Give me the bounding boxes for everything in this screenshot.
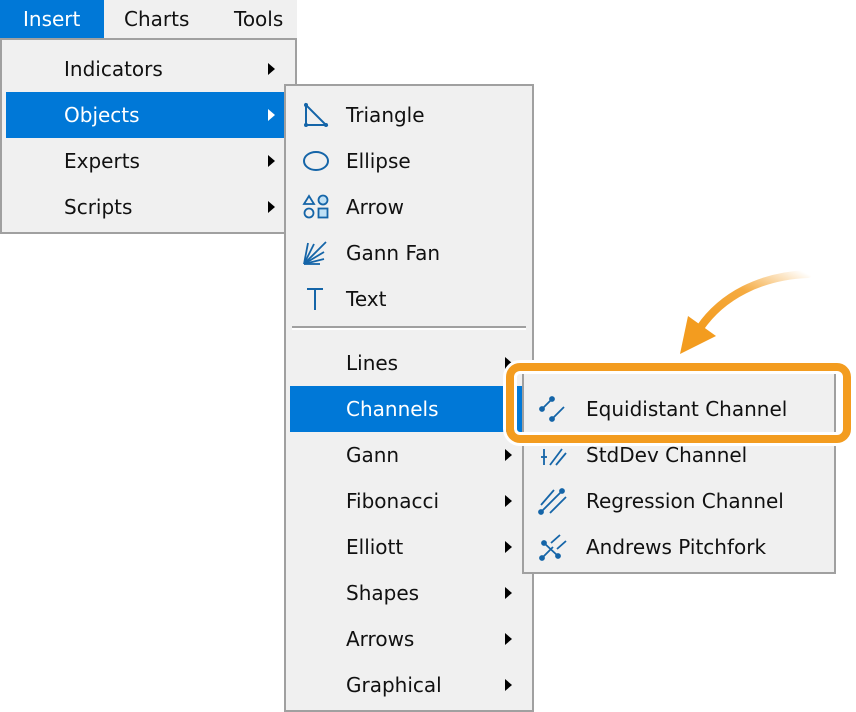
menu-item-andrews-pitchfork[interactable]: Andrews Pitchfork [528,524,830,570]
menu-item-lines[interactable]: Lines [290,340,528,386]
submenu-arrow-icon [268,155,275,167]
insert-menu: Indicators Objects Experts Scripts [0,38,297,234]
submenu-arrow-icon [268,63,275,75]
menu-item-label: Andrews Pitchfork [586,535,767,559]
menu-item-indicators[interactable]: Indicators [6,46,291,92]
submenu-arrow-icon [268,109,275,121]
menu-item-label: Indicators [64,57,163,81]
menu-item-objects[interactable]: Objects [6,92,291,138]
submenu-arrow-icon [505,633,512,645]
menu-separator [292,326,526,330]
menu-tools[interactable]: Tools [208,0,297,38]
submenu-arrow-icon [268,201,275,213]
menu-item-label: Channels [346,397,439,421]
menu-item-arrows[interactable]: Arrows [290,616,528,662]
submenu-arrow-icon [505,679,512,691]
menu-item-label: Experts [64,149,140,173]
menu-charts[interactable]: Charts [104,0,208,38]
menu-item-label: Ellipse [346,149,411,173]
menu-item-label: Equidistant Channel [586,397,788,421]
callout-arrow-icon [680,270,812,354]
menu-item-ellipse[interactable]: Ellipse [290,138,528,184]
submenu-arrow-icon [505,541,512,553]
gann-fan-icon [303,241,327,265]
menu-item-triangle[interactable]: Triangle [290,92,528,138]
ellipse-icon [303,151,329,171]
menu-item-label: Arrow [346,195,404,219]
menu-item-label: Scripts [64,195,133,219]
menu-item-graphical[interactable]: Graphical [290,662,528,708]
menu-item-label: Elliott [346,535,404,559]
equidistant-channel-icon [539,396,565,422]
menu-item-label: Gann Fan [346,241,441,265]
menu-item-equidistant-channel[interactable]: Equidistant Channel [528,386,830,432]
menu-item-label: Graphical [346,673,442,697]
objects-menu: Triangle Ellipse Arrow Gann Fan Text Lin… [284,84,534,712]
stddev-channel-icon [541,448,567,466]
menu-item-label: StdDev Channel [586,443,748,467]
menu-item-label: Gann [346,443,400,467]
menu-item-fibonacci[interactable]: Fibonacci [290,478,528,524]
menu-item-shapes[interactable]: Shapes [290,570,528,616]
menu-item-gann[interactable]: Gann [290,432,528,478]
menu-item-label: Fibonacci [346,489,440,513]
menu-item-stddev-channel[interactable]: StdDev Channel [528,432,830,478]
regression-channel-icon [538,488,567,515]
text-icon [307,288,323,310]
shapes-icon [302,194,329,219]
menu-item-label: Triangle [346,103,425,127]
submenu-arrow-icon [505,495,512,507]
channels-menu: Equidistant Channel StdDev Channel Regre… [522,366,836,574]
menu-item-regression-channel[interactable]: Regression Channel [528,478,830,524]
submenu-arrow-icon [505,403,512,415]
menu-item-channels[interactable]: Channels [290,386,528,432]
menu-item-label: Arrows [346,627,415,651]
menu-bar: Insert Charts Tools [0,0,297,38]
menu-item-label: Objects [64,103,140,127]
menu-charts-label: Charts [124,7,190,31]
menu-item-experts[interactable]: Experts [6,138,291,184]
menu-item-label: Shapes [346,581,420,605]
submenu-arrow-icon [505,587,512,599]
andrews-pitchfork-icon [539,534,567,561]
submenu-arrow-icon [505,449,512,461]
triangle-icon [304,102,329,127]
menu-item-text[interactable]: Text [290,276,528,322]
menu-item-arrow[interactable]: Arrow [290,184,528,230]
menu-tools-label: Tools [234,7,284,31]
menu-insert[interactable]: Insert [0,0,104,38]
menu-item-scripts[interactable]: Scripts [6,184,291,230]
menu-item-label: Lines [346,351,399,375]
menu-item-label: Text [346,287,387,311]
menu-item-label: Regression Channel [586,489,784,513]
menu-item-gann-fan[interactable]: Gann Fan [290,230,528,276]
submenu-arrow-icon [505,357,512,369]
menu-insert-label: Insert [23,7,81,31]
menu-item-elliott[interactable]: Elliott [290,524,528,570]
